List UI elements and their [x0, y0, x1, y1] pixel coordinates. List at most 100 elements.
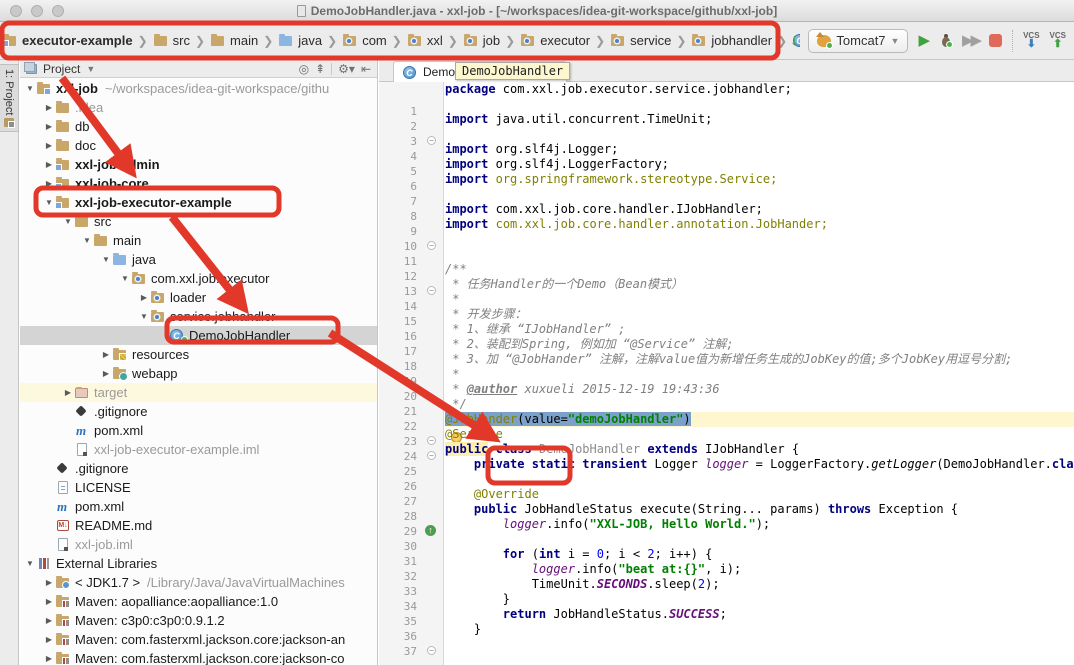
- tree-item-external-libraries[interactable]: ▼External Libraries: [20, 554, 378, 573]
- project-tool-window-button[interactable]: 1: Project: [0, 64, 19, 132]
- window-controls[interactable]: [10, 5, 64, 17]
- tree-item-xxl-job-executor-example[interactable]: ▼xxl-job-executor-example: [20, 193, 378, 212]
- overriding-method-icon[interactable]: ↑: [425, 525, 436, 536]
- code-line-22: */: [445, 397, 1074, 412]
- title-bar: DemoJobHandler.java - xxl-job - [~/works…: [0, 0, 1074, 22]
- expand-arrow-icon[interactable]: ▶: [100, 350, 112, 359]
- expand-arrow-icon[interactable]: ▶: [43, 578, 55, 587]
- tree-item-license[interactable]: LICENSE: [20, 478, 378, 497]
- tree-item-pom-xml[interactable]: mpom.xml: [20, 497, 378, 516]
- fold-marker-icon[interactable]: −: [427, 241, 436, 250]
- tree-item-pom-xml[interactable]: mpom.xml: [20, 421, 378, 440]
- fold-marker-icon[interactable]: −: [427, 286, 436, 295]
- tree-item-java[interactable]: ▼java: [20, 250, 378, 269]
- jdk-icon: [55, 576, 71, 589]
- tree-item-loader[interactable]: ▶loader: [20, 288, 378, 307]
- fold-marker-icon[interactable]: −: [427, 646, 436, 655]
- step-down-icon[interactable]: ↓: [790, 33, 798, 49]
- expand-arrow-icon[interactable]: ▶: [43, 179, 55, 188]
- breadcrumb-item-executor[interactable]: executor: [520, 33, 590, 48]
- tree-item-xxl-job-executor-example-iml[interactable]: xxl-job-executor-example.iml: [20, 440, 378, 459]
- breadcrumb-item-src[interactable]: src: [153, 33, 190, 48]
- tree-item-xxl-job-iml[interactable]: xxl-job.iml: [20, 535, 378, 554]
- expand-arrow-icon[interactable]: ▼: [43, 198, 55, 207]
- breadcrumb-label: executor-example: [22, 33, 133, 48]
- expand-arrow-icon[interactable]: ▼: [119, 274, 131, 283]
- coverage-button[interactable]: ▶▶: [962, 33, 979, 48]
- expand-arrow-icon[interactable]: ▼: [81, 236, 93, 245]
- expand-arrow-icon[interactable]: ▼: [24, 559, 36, 568]
- zoom-window-button[interactable]: [52, 5, 64, 17]
- tree-item--idea[interactable]: ▶.idea: [20, 98, 378, 117]
- expand-arrow-icon[interactable]: ▼: [24, 84, 36, 93]
- run-button[interactable]: ▶: [918, 33, 930, 48]
- tree-item-xxl-job-admin[interactable]: ▶xxl-job-admin: [20, 155, 378, 174]
- tree-item-readme-md[interactable]: M↓README.md: [20, 516, 378, 535]
- expand-arrow-icon[interactable]: ▶: [43, 141, 55, 150]
- breadcrumb-item-executor-example[interactable]: executor-example: [2, 33, 133, 48]
- tree-item-maven-com-fasterxml-jackson-core-jackson-an[interactable]: ▶Maven: com.fasterxml.jackson.core:jacks…: [20, 630, 378, 649]
- stop-button[interactable]: [989, 34, 1002, 47]
- breadcrumb-item-xxl[interactable]: xxl: [407, 33, 443, 48]
- tree-item-label: db: [75, 119, 89, 134]
- tree-item-db[interactable]: ▶ db: [20, 117, 378, 136]
- expand-arrow-icon[interactable]: ▶: [43, 654, 55, 663]
- expand-arrow-icon[interactable]: ▶: [43, 103, 55, 112]
- tree-item-maven-c3p0-c3p0-0-9-1-2[interactable]: ▶Maven: c3p0:c3p0:0.9.1.2: [20, 611, 378, 630]
- code-line-24: @Service: [445, 427, 1074, 442]
- close-window-button[interactable]: [10, 5, 22, 17]
- breadcrumb-label: job: [483, 33, 500, 48]
- expand-arrow-icon[interactable]: ▼: [100, 255, 112, 264]
- fold-marker-icon[interactable]: −: [427, 136, 436, 145]
- tree-item-resources[interactable]: ▶resources: [20, 345, 378, 364]
- expand-arrow-icon[interactable]: ▼: [62, 217, 74, 226]
- expand-arrow-icon[interactable]: ▶: [138, 293, 150, 302]
- fold-marker-icon[interactable]: −: [427, 451, 436, 460]
- expand-arrow-icon[interactable]: ▶: [43, 616, 55, 625]
- collapse-all-button[interactable]: ⇞: [315, 63, 325, 75]
- fold-marker-icon[interactable]: −: [427, 436, 436, 445]
- tree-item-maven-com-fasterxml-jackson-core-jackson-co[interactable]: ▶Maven: com.fasterxml.jackson.core:jacks…: [20, 649, 378, 665]
- tree-item-label: xxl-job: [56, 81, 98, 96]
- minimize-window-button[interactable]: [31, 5, 43, 17]
- breadcrumb-item-java[interactable]: java: [278, 33, 322, 48]
- expand-arrow-icon[interactable]: ▼: [138, 312, 150, 321]
- tree-item-doc[interactable]: ▶doc: [20, 136, 378, 155]
- chevron-down-icon[interactable]: ▼: [86, 64, 95, 74]
- expand-arrow-icon[interactable]: ▶: [100, 369, 112, 378]
- breadcrumb-item-job[interactable]: job: [463, 33, 500, 48]
- breadcrumb-separator: ❯: [505, 34, 515, 48]
- code-editor[interactable]: package com.xxl.job.executor.service.job…: [445, 82, 1074, 665]
- breadcrumb-item-service[interactable]: service: [610, 33, 671, 48]
- tree-item-maven-aopalliance-aopalliance-1-0[interactable]: ▶Maven: aopalliance:aopalliance:1.0: [20, 592, 378, 611]
- expand-arrow-icon[interactable]: ▶: [43, 160, 55, 169]
- expand-arrow-icon[interactable]: ▶: [43, 597, 55, 606]
- tree-item-xxl-job[interactable]: ▼xxl-job~/workspaces/idea-git-workspace/…: [20, 79, 378, 98]
- vcs-update-button[interactable]: VCS⬇: [1023, 32, 1039, 50]
- tree-item--gitignore[interactable]: .gitignore: [20, 402, 378, 421]
- tree-item-main[interactable]: ▼main: [20, 231, 378, 250]
- hide-panel-button[interactable]: ⇤: [361, 63, 371, 75]
- breadcrumb-item-jobhandler[interactable]: jobhandler: [691, 33, 772, 48]
- run-configuration-selector[interactable]: Tomcat7 ▼: [808, 29, 908, 53]
- tree-item-label: DemoJobHandler: [189, 328, 290, 343]
- tree-item--jdk1-7-[interactable]: ▶< JDK1.7 >/Library/Java/JavaVirtualMach…: [20, 573, 378, 592]
- breadcrumb-item-main[interactable]: main: [210, 33, 258, 48]
- settings-gear-icon[interactable]: ⚙▾: [338, 63, 355, 75]
- debug-button[interactable]: [940, 34, 952, 48]
- tree-item--gitignore[interactable]: .gitignore: [20, 459, 378, 478]
- tree-item-webapp[interactable]: ▶webapp: [20, 364, 378, 383]
- vcs-commit-button[interactable]: VCS⬆: [1050, 32, 1066, 50]
- breadcrumb-item-com[interactable]: com: [342, 33, 387, 48]
- tree-item-com-xxl-job-executor[interactable]: ▼com.xxl.job.executor: [20, 269, 378, 288]
- tree-item-xxl-job-core[interactable]: ▶xxl-job-core: [20, 174, 378, 193]
- tree-item-target[interactable]: ▶target: [20, 383, 378, 402]
- code-line-32: for (int i = 0; i < 2; i++) {: [445, 547, 1074, 562]
- tree-item-service-jobhandler[interactable]: ▼service.jobhandler: [20, 307, 378, 326]
- locate-file-button[interactable]: ◎: [299, 63, 309, 75]
- expand-arrow-icon[interactable]: ▶: [43, 635, 55, 644]
- tree-item-src[interactable]: ▼src: [20, 212, 378, 231]
- expand-arrow-icon[interactable]: ▶: [62, 388, 74, 397]
- expand-arrow-icon[interactable]: ▶: [43, 122, 55, 131]
- tree-item-demojobhandler[interactable]: CDemoJobHandler: [20, 326, 378, 345]
